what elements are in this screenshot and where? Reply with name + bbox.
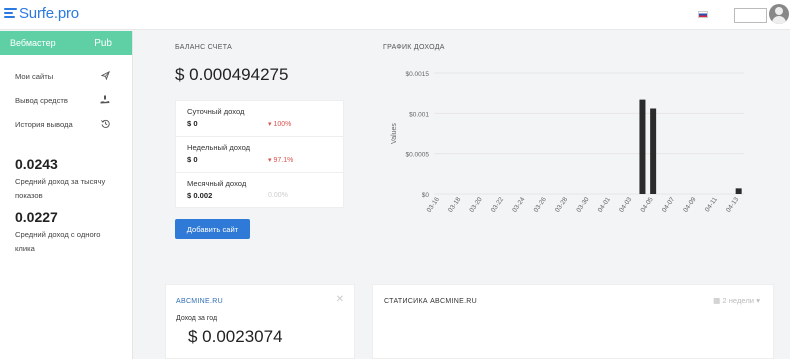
- withdraw-hand-icon: [100, 95, 110, 106]
- sidebar-role: Вебмастер: [10, 38, 56, 48]
- income-bar-chart: $0$0.0005$0.001$0.0015Values03-16 03-18 03…: [391, 71, 744, 214]
- x-tick-label: 04-13: [725, 196, 740, 214]
- chart-bar: [639, 99, 646, 194]
- y-tick-label: $0: [422, 192, 430, 199]
- x-tick-label: 03-30: [575, 196, 590, 214]
- caret-down-icon: ▾: [268, 157, 272, 164]
- income-change-value: 0.00%: [268, 192, 288, 199]
- sidebar-item-label: Мои сайты: [15, 71, 54, 81]
- user-avatar-icon[interactable]: [769, 4, 789, 24]
- daily-income-row: Суточный доход $ 0 ▾ 100%: [176, 101, 343, 137]
- period-dropdown[interactable]: ▦ 2 недели ▾: [713, 296, 760, 305]
- chart-bar: [650, 108, 657, 194]
- caret-down-icon: ▾: [268, 121, 272, 128]
- y-tick-label: $0.0005: [406, 152, 430, 159]
- site-card: ABCMINE.RU ✕ Доход за год $ 0.0023074: [165, 284, 355, 359]
- caret-down-icon: ▾: [756, 296, 760, 305]
- income-chart-label: ГРАФИК ДОХОДА: [383, 44, 445, 51]
- income-name: Недельный доход: [187, 143, 251, 152]
- history-icon: [100, 119, 110, 130]
- income-change: ▾ 97.1%: [268, 156, 293, 164]
- income-change: 0.00%: [268, 192, 288, 199]
- weekly-income-row: Недельный доход $ 0 ▾ 97.1%: [176, 137, 343, 173]
- balance-value: $ 0.000494275: [175, 65, 289, 84]
- calendar-icon: ▦: [713, 296, 721, 305]
- period-value: 2 недели: [722, 296, 755, 305]
- sidebar-item-label: История вывода: [15, 119, 73, 129]
- income-name: Суточный доход: [187, 107, 245, 116]
- site-yearly-value: $ 0.0023074: [188, 327, 283, 346]
- stats-card: СТАТИСИКА ABCMINE.RU ▦ 2 недели ▾: [372, 284, 774, 359]
- site-yearly-label: Доход за год: [176, 315, 218, 322]
- y-tick-label: $0.001: [409, 111, 429, 118]
- income-summary: Суточный доход $ 0 ▾ 100% Недельный дохо…: [175, 100, 344, 208]
- x-tick-label: 03-24: [511, 196, 526, 214]
- sidebar-menu: Мои сайты Вывод средств История вывода: [0, 64, 132, 136]
- avg-cpm-value: 0.0243: [15, 156, 58, 172]
- x-tick-label: 04-05: [640, 196, 655, 214]
- income-value: $ 0: [187, 155, 198, 164]
- x-tick-label: 03-18: [447, 196, 462, 214]
- sidebar-item-withdraw-history[interactable]: История вывода: [0, 112, 132, 136]
- income-change-value: 97.1%: [273, 157, 294, 164]
- x-tick-label: 04-07: [661, 196, 676, 214]
- y-axis-label: Values: [391, 123, 398, 144]
- paper-plane-icon: [100, 70, 110, 82]
- sidebar: Вебмастер Pub Мои сайты Вывод средств Ис…: [0, 31, 133, 359]
- sidebar-pub-toggle[interactable]: Pub: [94, 38, 112, 49]
- balance-label: БАЛАНС СЧЕТА: [175, 44, 233, 51]
- income-change: ▾ 100%: [268, 120, 291, 128]
- monthly-income-row: Месячный доход $ 0.002 0.00%: [176, 173, 343, 209]
- x-tick-label: 04-11: [704, 196, 719, 214]
- header-empty-button[interactable]: [734, 8, 767, 23]
- x-tick-label: 04-01: [597, 196, 612, 214]
- sidebar-header: Вебмастер Pub: [0, 31, 132, 55]
- logo-mark-icon: [4, 7, 17, 20]
- avg-cpm-label: Средний доход за тысячу показов: [15, 177, 106, 200]
- chart-bar: [735, 188, 742, 194]
- site-card-title[interactable]: ABCMINE.RU: [176, 298, 223, 305]
- income-value: $ 0: [187, 119, 198, 128]
- avg-cpc-value: 0.0227: [15, 209, 58, 225]
- income-change-value: 100%: [273, 121, 292, 128]
- add-site-button[interactable]: Добавить сайт: [175, 219, 250, 239]
- balance-panel: БАЛАНС СЧЕТА $ 0.000494275 Суточный дохо…: [165, 31, 355, 255]
- x-tick-label: 03-28: [554, 196, 569, 214]
- x-tick-label: 04-03: [618, 196, 633, 214]
- x-tick-label: 03-26: [533, 196, 548, 214]
- income-name: Месячный доход: [187, 179, 247, 188]
- income-chart-panel: ГРАФИК ДОХОДА $0 $0.0005 $0.001 $0.0015 Valu…: [372, 31, 774, 255]
- sidebar-item-label: Вывод средств: [15, 95, 68, 105]
- income-value: $ 0.002: [187, 191, 213, 200]
- russian-flag-icon[interactable]: [698, 11, 708, 18]
- sidebar-item-withdraw[interactable]: Вывод средств: [0, 88, 132, 112]
- avg-cpc-label: Средний доход с одного клика: [15, 230, 101, 253]
- x-tick-label: 03-22: [490, 196, 505, 214]
- x-tick-label: 04-09: [682, 196, 697, 214]
- top-bar: Surfe.pro: [0, 0, 790, 30]
- stats-card-title: СТАТИСИКА ABCMINE.RU: [384, 298, 478, 305]
- close-icon[interactable]: ✕: [336, 294, 344, 305]
- y-tick-label: $0.0015: [406, 71, 430, 78]
- logo[interactable]: Surfe.pro: [4, 5, 79, 22]
- logo-text: Surfe.pro: [19, 5, 79, 22]
- x-tick-label: 03-20: [468, 196, 483, 214]
- sidebar-item-my-sites[interactable]: Мои сайты: [0, 64, 132, 88]
